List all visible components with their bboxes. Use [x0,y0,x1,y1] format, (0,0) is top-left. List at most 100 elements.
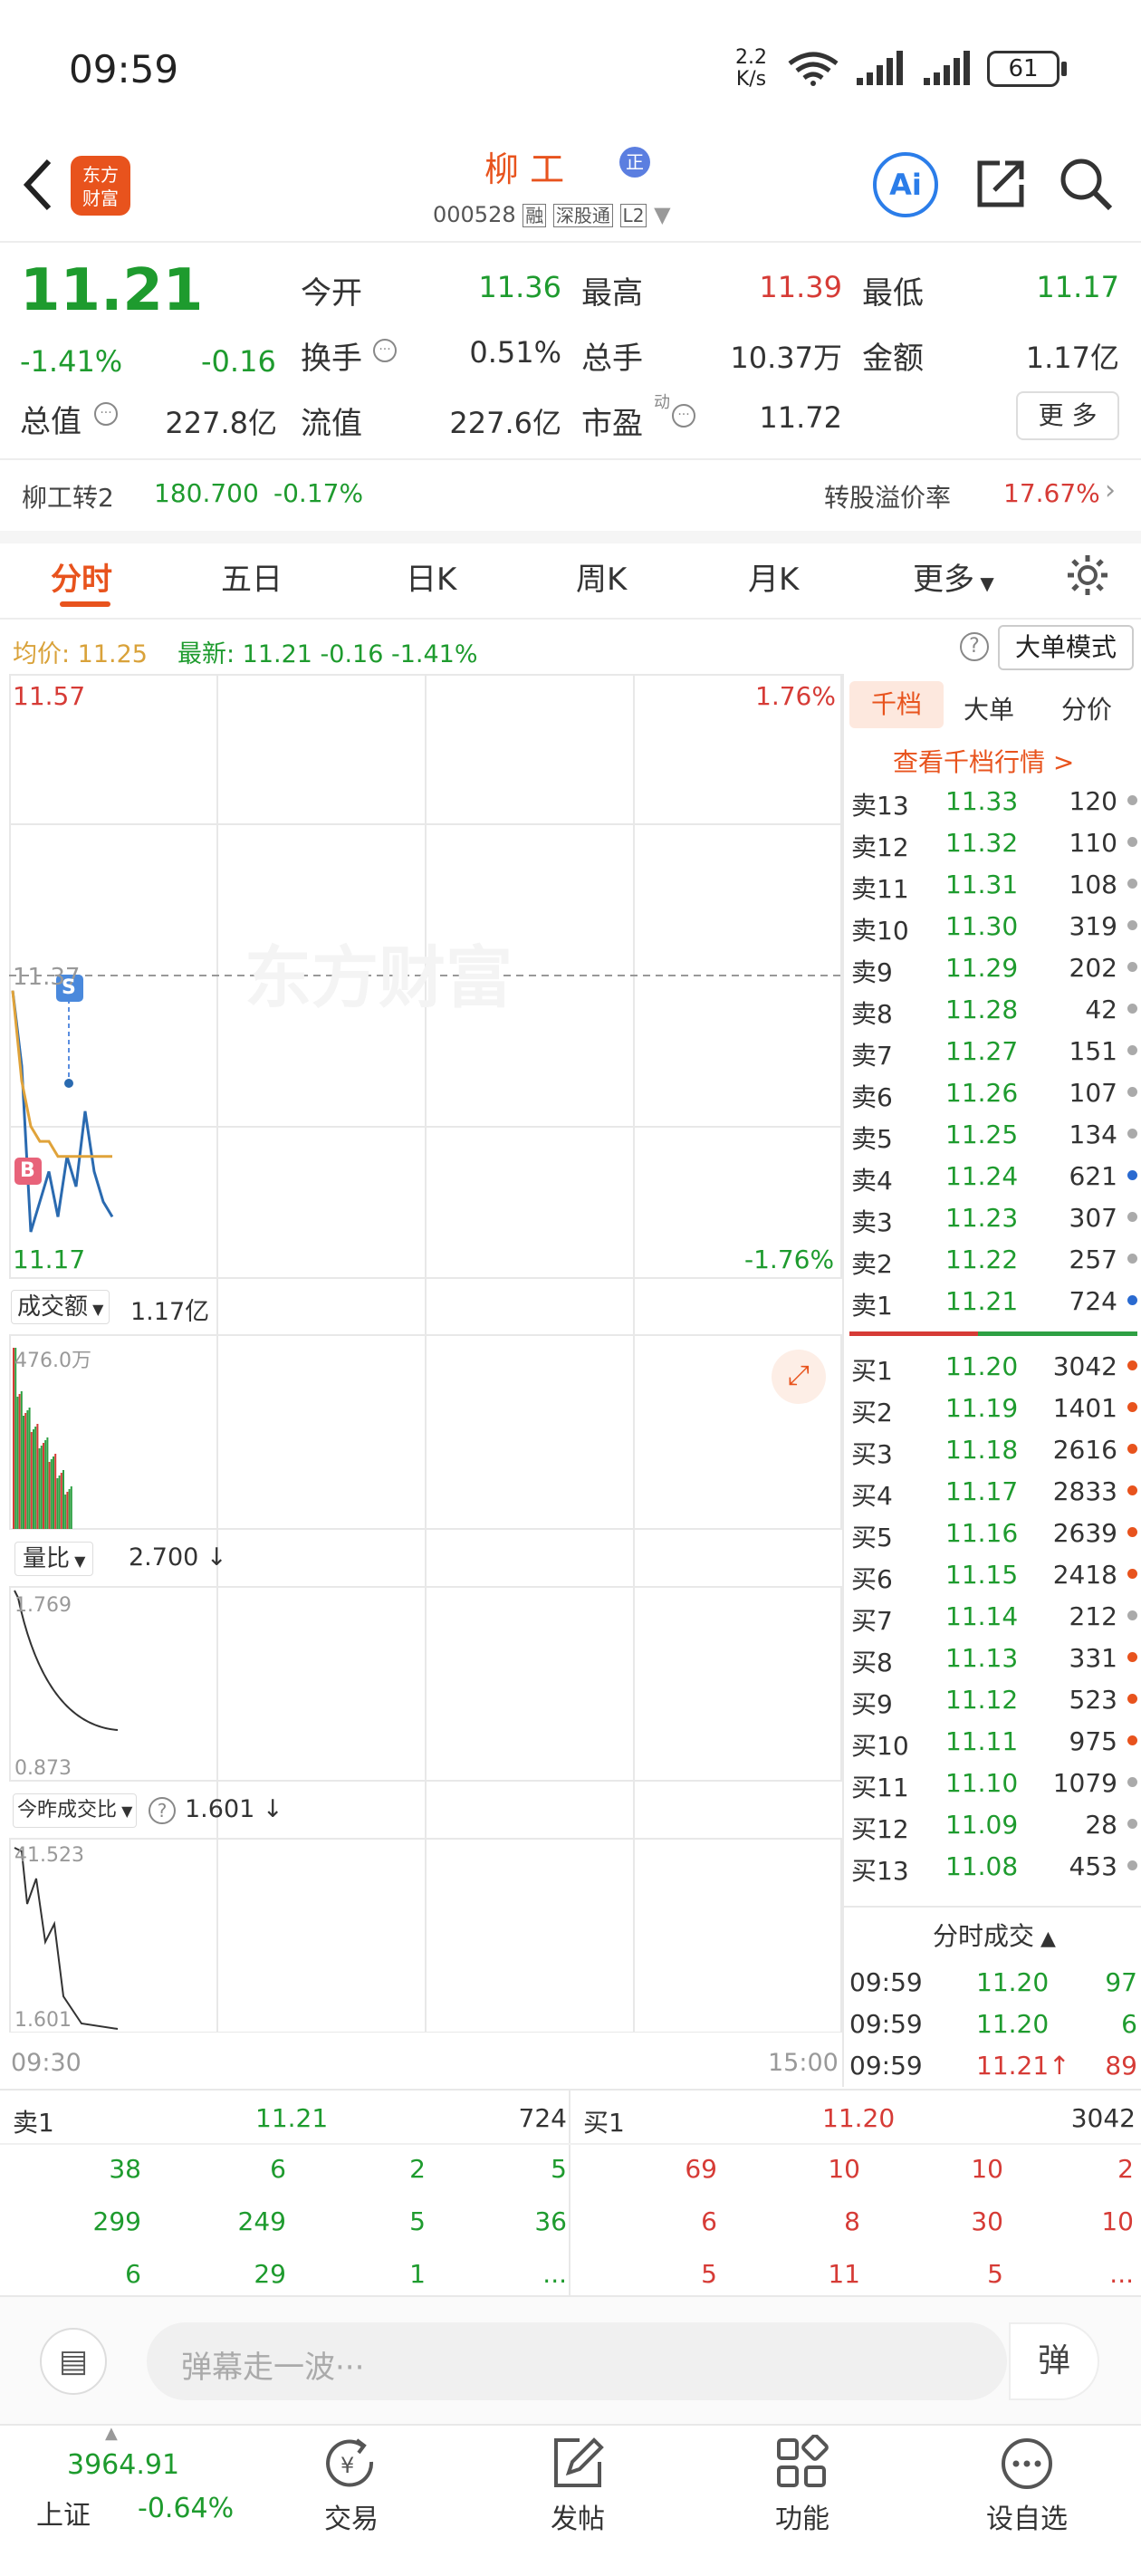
tab-monthly-k[interactable]: 月K [748,554,799,599]
bid-level-row[interactable]: 买2 11.19 1401 [849,1388,1141,1429]
buy-marker[interactable]: B [20,1159,35,1182]
settings-icon[interactable] [1065,553,1110,598]
high-price: 11.39 [759,270,842,304]
ask-level-volume: 151 [1069,1036,1117,1066]
tab-daily-k[interactable]: 日K [406,554,456,599]
volume-bar [23,1416,24,1529]
comment-placeholder: 弹幕走一波··· [181,2350,365,2386]
ask-level-price: 11.24 [945,1161,1019,1191]
ask-level-row[interactable]: 卖5 11.25 134 [849,1114,1141,1156]
ask-level-row[interactable]: 卖1 11.21 724 [849,1281,1141,1322]
bid-level-volume: 28 [1085,1810,1117,1840]
order-dot-icon [1127,1860,1137,1870]
ask-level-row[interactable]: 卖10 11.30 319 [849,906,1141,947]
share-icon[interactable] [973,156,1029,212]
ask-level-row[interactable]: 卖13 11.33 120 [849,781,1141,822]
expand-icon[interactable]: ⤢ [772,1350,826,1404]
intraday-chart[interactable] [9,674,842,2033]
nav-add-watchlist[interactable]: 设自选 [954,2496,1099,2536]
search-icon[interactable] [1058,156,1116,214]
bid-level-row[interactable]: 买8 11.13 331 [849,1638,1141,1679]
volume-bar [34,1427,37,1529]
ask-level-volume: 319 [1069,911,1117,941]
ask-level-row[interactable]: 卖8 11.28 42 [849,989,1141,1031]
view-depth-link[interactable]: 查看千档行情 > [893,743,1074,779]
tab-weekly-k[interactable]: 周K [576,554,627,599]
bid-level-price: 11.08 [945,1851,1019,1881]
volume-bar [40,1446,43,1529]
order-dot-icon [1127,1652,1137,1662]
ask-level-row[interactable]: 卖3 11.23 307 [849,1197,1141,1239]
bid-level-row[interactable]: 买13 11.08 453 [849,1846,1141,1888]
queue-buy-price: 11.20 [822,2103,896,2133]
sell-marker[interactable]: S [62,976,76,999]
ask-level-row[interactable]: 卖4 11.24 621 [849,1156,1141,1197]
queue-sell-order: 6 [270,2154,286,2184]
tab-big-order[interactable]: 大单 [964,690,1014,726]
bid-level-row[interactable]: 买5 11.16 2639 [849,1513,1141,1554]
post-icon[interactable] [549,2435,607,2493]
volume-bar [70,1486,72,1529]
bid-level-row[interactable]: 买11 11.10 1079 [849,1763,1141,1804]
index-value[interactable]: 3964.91 [67,2449,179,2481]
bid-level-row[interactable]: 买1 11.20 3042 [849,1346,1141,1388]
tab-more[interactable]: 更多 ▼ [913,554,994,599]
danmaku-button[interactable]: 弹 [1009,2322,1099,2400]
bid-level-row[interactable]: 买10 11.11 975 [849,1721,1141,1763]
ask-level-volume: 621 [1069,1161,1117,1191]
bid-level-row[interactable]: 买12 11.09 28 [849,1804,1141,1846]
more-dots-icon[interactable] [998,2435,1056,2493]
tick-volume: 89 [1105,2051,1137,2081]
back-icon[interactable] [18,158,58,212]
nav-functions[interactable]: 功能 [730,2496,875,2536]
bid-level-row[interactable]: 买6 11.15 2418 [849,1554,1141,1596]
volume-bar [58,1475,61,1529]
functions-icon[interactable] [773,2435,831,2493]
help-icon[interactable]: ? [960,632,989,661]
bid-level-volume: 523 [1069,1685,1117,1715]
tick-trades-header[interactable]: 分时成交 ▲ [933,1917,1056,1953]
yday-ratio-select[interactable]: 今昨成交比 ▼ [13,1793,138,1828]
tab-price-dist[interactable]: 分价 [1061,690,1112,726]
bid-level-volume: 453 [1069,1851,1117,1881]
trade-icon[interactable]: ¥ [322,2435,380,2493]
big-order-mode-button[interactable]: 大单模式 [998,625,1134,670]
ask-level-row[interactable]: 卖6 11.26 107 [849,1072,1141,1114]
tab-five-day[interactable]: 五日 [221,554,283,599]
bid-level-row[interactable]: 买7 11.14 212 [849,1596,1141,1638]
more-button[interactable]: 更 多 [1016,391,1119,440]
index-change[interactable]: -0.64% [138,2493,234,2524]
bid-level-label: 买2 [851,1398,893,1427]
order-dot-icon [1127,1735,1137,1745]
ask-level-row[interactable]: 卖7 11.27 151 [849,1031,1141,1072]
ask-level-row[interactable]: 卖12 11.32 110 [849,822,1141,864]
index-name[interactable]: 上证 [36,2493,91,2533]
volume-bar [60,1473,62,1529]
nav-post[interactable]: 发帖 [505,2496,650,2536]
comment-list-icon[interactable]: ▤ [40,2328,107,2395]
tab-depth[interactable]: 千档 [849,681,944,728]
ask-level-row[interactable]: 卖9 11.29 202 [849,947,1141,989]
bid-level-row[interactable]: 买4 11.17 2833 [849,1471,1141,1513]
ask-level-label: 卖1 [851,1291,893,1321]
bid-level-row[interactable]: 买9 11.12 523 [849,1679,1141,1721]
comment-input[interactable]: 弹幕走一波··· [147,2322,1007,2400]
tab-intraday[interactable]: 分时 [51,554,112,599]
chevron-up-icon[interactable]: ▲ [105,2424,118,2443]
help-icon[interactable]: ? [149,1797,176,1824]
order-dot-icon [1127,920,1137,930]
ask-level-row[interactable]: 卖11 11.31 108 [849,864,1141,906]
volume-ratio-select[interactable]: 量比 ▼ [14,1542,94,1576]
nav-trade[interactable]: 交易 [279,2496,424,2536]
bid-level-volume: 331 [1069,1643,1117,1673]
stock-code-row[interactable]: 000528 融 深股通 L2 ▼ [433,201,671,227]
ai-icon[interactable]: Ai [873,152,938,217]
ask-level-label: 卖8 [851,999,893,1029]
convertible-bond-row[interactable]: 柳工转2 180.700 -0.17% 转股溢价率 17.67% › [0,460,1141,533]
order-dot-icon [1127,1254,1137,1264]
network-speed: 2.2 K/s [735,47,767,91]
ask-level-row[interactable]: 卖2 11.22 257 [849,1239,1141,1281]
volume-indicator-select[interactable]: 成交额 ▼ [11,1290,110,1324]
bid-level-row[interactable]: 买3 11.18 2616 [849,1429,1141,1471]
app-logo[interactable]: 东方 财富 [71,156,130,216]
